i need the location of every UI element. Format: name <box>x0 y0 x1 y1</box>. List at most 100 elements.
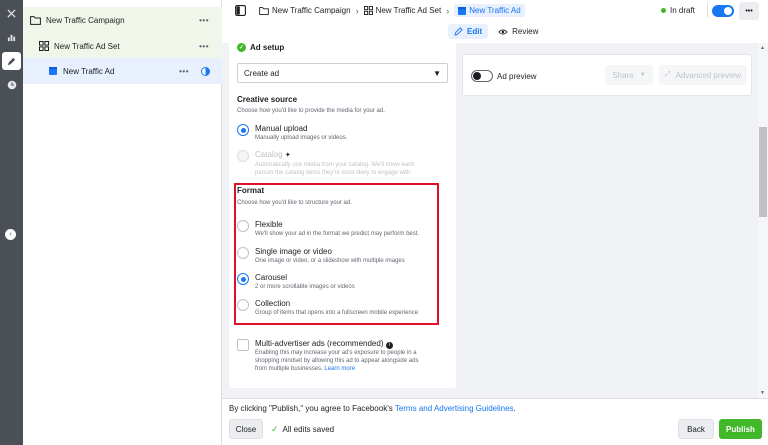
chevron-right-icon: › <box>446 5 450 16</box>
breadcrumb-campaign[interactable]: New Traffic Campaign <box>259 6 351 15</box>
advanced-preview-label: Advanced preview <box>675 70 741 80</box>
share-button[interactable]: Share ▼ <box>605 65 653 85</box>
tree-item-adset[interactable]: New Traffic Ad Set ••• <box>23 33 222 59</box>
carousel-radio[interactable] <box>237 273 249 285</box>
eye-icon <box>498 29 508 34</box>
creative-source-title: Creative source <box>237 95 298 104</box>
option-title: Single image or video <box>255 247 332 256</box>
ad-setup-select-value: Create ad <box>244 68 280 78</box>
campaign-tree: New Traffic Campaign ••• New Traffic Ad … <box>23 0 222 445</box>
sidebar-toggle-icon[interactable] <box>235 5 246 16</box>
advanced-preview-button[interactable]: ⤢ Advanced preview <box>659 65 747 85</box>
learn-more-link[interactable]: Learn more <box>324 366 355 372</box>
format-title: Format <box>237 186 265 195</box>
folder-icon <box>30 15 41 25</box>
ad-preview-card: Ad preview Share ▼ ⤢ Advanced preview <box>462 54 752 96</box>
format-option-single[interactable]: Single image or video One image or video… <box>237 246 405 265</box>
caret-down-icon: ▼ <box>433 68 441 78</box>
option-title: Carousel <box>255 273 288 282</box>
format-option-carousel[interactable]: Carousel 2 or more scrollable images or … <box>237 272 355 291</box>
scroll-down-icon[interactable]: ▼ <box>760 390 765 396</box>
grid-icon <box>363 6 373 15</box>
back-button[interactable]: Back <box>678 419 714 439</box>
sparkle-icon: ✦ <box>284 152 291 159</box>
chevron-left-icon[interactable]: ‹ <box>5 229 16 240</box>
close-icon[interactable] <box>2 4 21 22</box>
delivery-status-icon <box>201 66 210 76</box>
expand-icon: ⤢ <box>665 71 671 78</box>
creative-option-manual[interactable]: Manual upload Manually upload images or … <box>237 123 347 142</box>
scroll-up-icon[interactable]: ▲ <box>760 45 765 51</box>
option-title: Flexible <box>255 220 283 229</box>
collection-radio[interactable] <box>237 299 249 311</box>
editor-main: ✓ Ad setup Create ad ▼ Creative source C… <box>222 43 758 398</box>
adset-more-button[interactable]: ••• <box>199 42 209 51</box>
ad-active-toggle[interactable] <box>712 5 734 17</box>
tree-item-campaign[interactable]: New Traffic Campaign ••• <box>23 7 222 33</box>
ad-setup-header: ✓ Ad setup <box>237 43 284 52</box>
option-subtitle: One image or video, or a slideshow with … <box>255 258 405 264</box>
tab-edit[interactable]: Edit <box>448 24 489 39</box>
option-subtitle: from multiple businesses. Learn more <box>255 366 356 372</box>
caret-down-icon: ▼ <box>639 72 646 78</box>
breadcrumb-campaign-label: New Traffic Campaign <box>272 6 351 15</box>
tab-edit-label: Edit <box>467 27 483 36</box>
breadcrumb-ad[interactable]: New Traffic Ad <box>454 4 525 17</box>
status-label: In draft <box>670 6 695 15</box>
checkmark-icon: ✓ <box>271 424 279 434</box>
ad-icon <box>49 67 57 75</box>
catalog-radio <box>237 150 249 162</box>
ad-setup-title: Ad setup <box>250 43 285 52</box>
ad-icon <box>458 6 467 15</box>
tab-review[interactable]: Review <box>492 24 544 39</box>
ad-more-button[interactable]: ••• <box>179 67 189 76</box>
pencil-icon[interactable] <box>2 52 21 70</box>
close-button[interactable]: Close <box>229 419 263 439</box>
folder-icon <box>259 6 269 15</box>
chart-icon[interactable] <box>2 28 21 46</box>
terms-link[interactable]: Terms and Advertising Guidelines <box>395 404 514 413</box>
ad-setup-select[interactable]: Create ad ▼ <box>237 63 448 83</box>
tree-item-campaign-label: New Traffic Campaign <box>46 15 125 25</box>
format-option-collection[interactable]: Collection Group of items that opens int… <box>237 298 418 317</box>
option-title: Collection <box>255 299 291 308</box>
ad-form: ✓ Ad setup Create ad ▼ Creative source C… <box>229 43 456 388</box>
chevron-right-icon: › <box>355 5 359 16</box>
breadcrumb-ad-label: New Traffic Ad <box>469 6 521 15</box>
left-rail: ‹ <box>0 0 23 445</box>
save-status: ✓ All edits saved <box>271 424 334 435</box>
option-subtitle: Manually upload images or videos. <box>255 135 348 141</box>
breadcrumb-adset[interactable]: New Traffic Ad Set <box>363 6 441 15</box>
pencil-icon <box>454 27 463 36</box>
more-options-button[interactable]: ••• <box>739 2 759 20</box>
flexible-radio[interactable] <box>237 220 249 232</box>
campaign-more-button[interactable]: ••• <box>199 16 209 25</box>
save-status-label: All edits saved <box>282 425 335 434</box>
scrollbar[interactable]: ▲ ▼ <box>758 43 768 398</box>
info-icon: i <box>385 342 393 349</box>
clock-icon[interactable] <box>2 76 21 94</box>
option-subtitle: Enabling this may increase your ad's exp… <box>255 350 417 356</box>
top-bar: New Traffic Campaign › New Traffic Ad Se… <box>222 0 768 22</box>
status-badge: In draft <box>661 6 695 15</box>
option-subtitle: person the catalog items they're most li… <box>255 170 412 176</box>
multi-advertiser-option[interactable]: Multi-advertiser ads (recommended) i Ena… <box>237 338 418 373</box>
format-option-flexible[interactable]: Flexible We'll show your ad in the forma… <box>237 219 419 238</box>
multi-advertiser-checkbox[interactable] <box>237 339 249 351</box>
ad-preview-toggle[interactable] <box>471 70 493 82</box>
single-image-radio[interactable] <box>237 247 249 259</box>
scrollbar-thumb[interactable] <box>759 127 767 217</box>
tree-item-ad[interactable]: New Traffic Ad ••• <box>23 58 222 84</box>
manual-upload-radio[interactable] <box>237 124 249 136</box>
creative-option-catalog: Catalog ✦ Automatically use media from y… <box>237 149 414 177</box>
tab-review-label: Review <box>512 27 539 36</box>
status-dot-icon <box>661 8 666 13</box>
publish-button[interactable]: Publish <box>719 419 762 439</box>
share-label: Share <box>612 70 634 80</box>
tree-item-ad-label: New Traffic Ad <box>63 66 115 76</box>
option-title: Manual upload <box>255 124 308 133</box>
format-description: Choose how you'd like to structure your … <box>237 200 352 206</box>
publish-notice: By clicking "Publish," you agree to Face… <box>229 404 516 413</box>
tree-item-adset-label: New Traffic Ad Set <box>54 41 120 51</box>
option-subtitle: Group of items that opens into a fullscr… <box>255 310 419 316</box>
